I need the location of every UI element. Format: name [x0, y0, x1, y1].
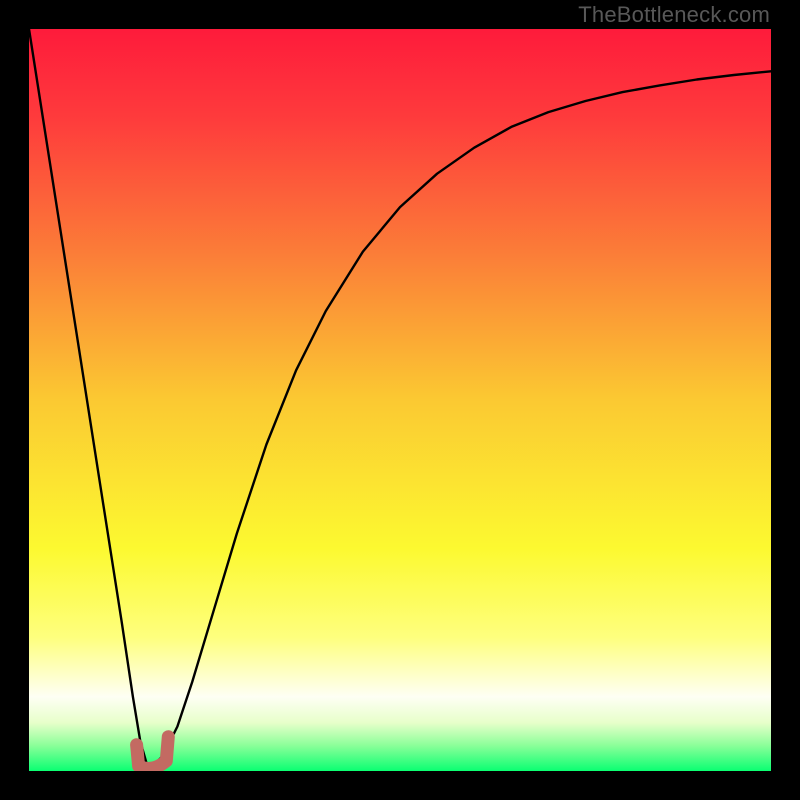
- chart-plot-area: [29, 29, 771, 771]
- watermark-text: TheBottleneck.com: [578, 2, 770, 28]
- bottleneck-curve: [29, 29, 771, 767]
- chart-curve-layer: [29, 29, 771, 771]
- min-marker-icon: [137, 737, 169, 769]
